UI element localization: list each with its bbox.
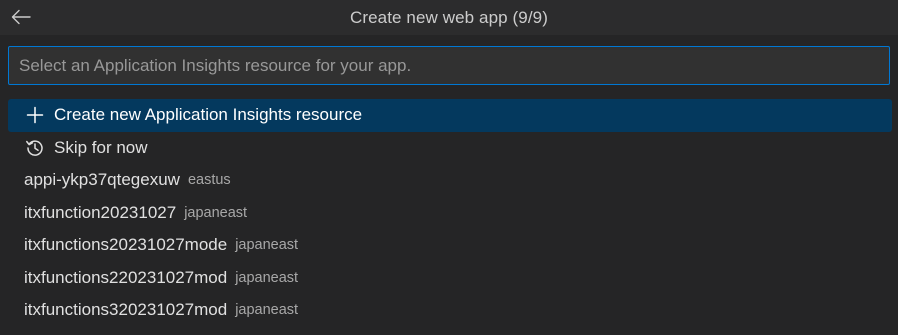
list-item-region: japaneast [184,204,248,221]
list-item-region: japaneast [235,269,299,286]
arrow-left-icon [11,9,31,25]
back-button[interactable] [8,4,34,30]
quick-pick-panel: Create new web app (9/9) Create new Appl… [0,0,898,335]
list-item-resource[interactable]: itxfunctions20231027mode japaneast [8,229,892,262]
list-item-region: japaneast [235,237,299,254]
list-item-label: Create new Application Insights resource [54,105,363,125]
search-input-container [8,46,890,85]
list-item-label: itxfunctions20231027mode [24,235,228,255]
list-item-label: itxfunctions220231027mod [24,267,228,287]
add-icon [24,104,46,126]
list-item-resource[interactable]: itxfunction20231027 japaneast [8,197,892,230]
list-item-label: itxfunction20231027 [24,202,177,222]
list-item-create-new[interactable]: Create new Application Insights resource [8,99,892,132]
list-item-region: eastus [187,172,231,189]
list-item-resource[interactable]: itxfunctions320231027mod japaneast [8,294,892,327]
list-item-label: appi-ykp37qtegexuw [24,170,180,190]
list-item-region: japaneast [235,302,299,319]
history-icon [24,137,46,159]
list-item-skip[interactable]: Skip for now [8,132,892,165]
quick-pick-list: Create new Application Insights resource… [8,99,892,327]
search-input[interactable] [9,47,889,84]
list-item-resource[interactable]: itxfunctions220231027mod japaneast [8,262,892,295]
quick-pick-title-bar: Create new web app (9/9) [0,0,898,35]
list-item-resource[interactable]: appi-ykp37qtegexuw eastus [8,164,892,197]
quick-pick-title: Create new web app (9/9) [349,7,548,27]
list-item-label: itxfunctions320231027mod [24,300,228,320]
list-item-label: Skip for now [54,137,148,157]
